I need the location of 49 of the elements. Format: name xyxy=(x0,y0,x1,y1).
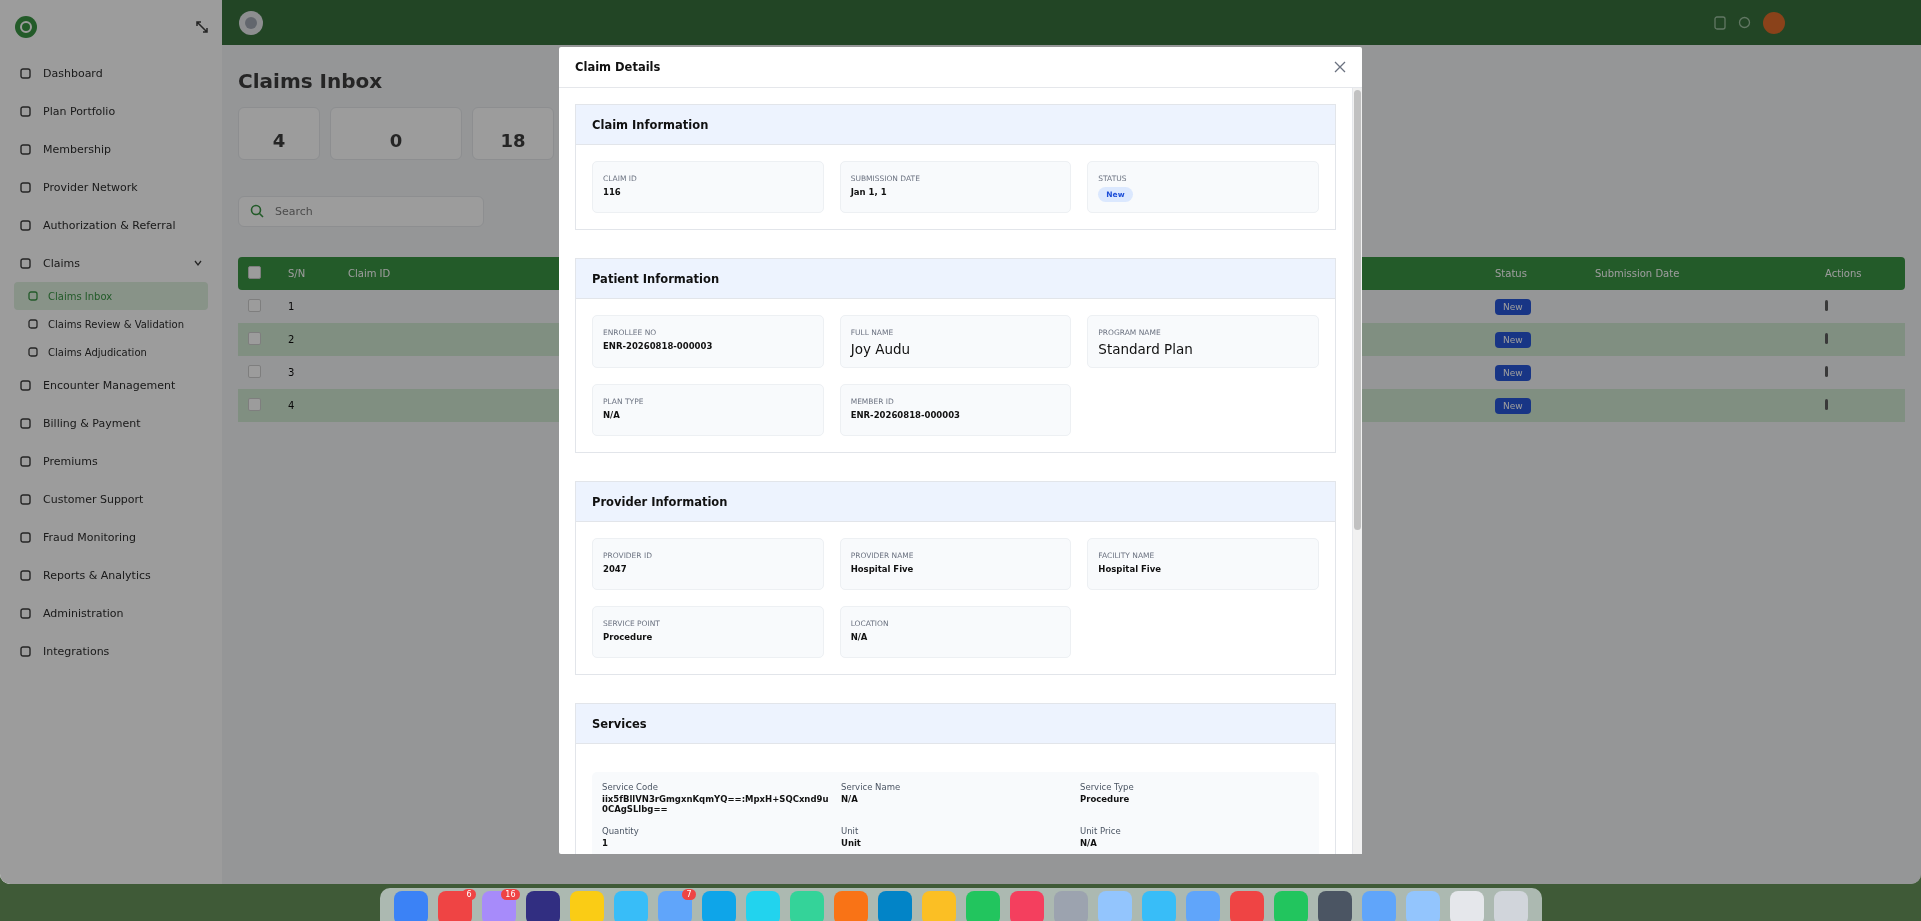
column-header: Actions xyxy=(1825,268,1863,279)
field-value: ENR-20260818-000003 xyxy=(850,410,961,420)
status-badge: New xyxy=(1495,332,1531,348)
status-badge: New xyxy=(1495,299,1531,315)
field-value: 1 xyxy=(602,838,609,848)
field-value: Hospital Five xyxy=(850,564,915,574)
field-label: Unit Price xyxy=(1080,826,1122,836)
field-label: Quantity xyxy=(602,826,640,836)
field-label: Service Code xyxy=(602,782,659,792)
stat-value: 18 xyxy=(500,130,526,151)
field-value: 116 xyxy=(603,187,622,197)
table-cell-text: 2 xyxy=(288,334,296,345)
field-value: Hospital Five xyxy=(1098,564,1163,574)
field-value: N/A xyxy=(841,794,859,804)
status-badge: New xyxy=(1495,365,1531,381)
section-title: Services xyxy=(592,716,647,731)
status-badge: New xyxy=(1495,398,1531,414)
section-title: Claim Information xyxy=(592,117,709,132)
table-cell-text: 3 xyxy=(288,367,296,378)
field-label: Service Name xyxy=(841,782,902,792)
column-header: Submission Date xyxy=(1595,268,1681,279)
table-cell-text: 4 xyxy=(288,400,296,411)
field-value: N/A xyxy=(850,632,869,642)
field-value: N/A xyxy=(1080,838,1098,848)
stat-value: 0 xyxy=(389,130,403,151)
field-value: Procedure xyxy=(1080,794,1131,804)
dialog-title: Claim Details xyxy=(575,60,661,74)
column-header: Status xyxy=(1495,268,1528,279)
section-title: Provider Information xyxy=(592,494,728,509)
field-label: Service Type xyxy=(1080,782,1135,792)
table-cell-text: 1 xyxy=(288,301,296,312)
field-value: ENR-20260818-000003 xyxy=(603,341,714,351)
field-label: Unit xyxy=(841,826,860,836)
field-value: Jan 1, 1 xyxy=(850,187,888,197)
field-value: Unit xyxy=(841,838,862,848)
column-header: S/N xyxy=(288,268,307,279)
notification-badge: 6 xyxy=(462,889,476,900)
field-value: Procedure xyxy=(603,632,654,642)
page-title: Claims Inbox xyxy=(238,69,384,93)
notification-badge: 7 xyxy=(682,889,696,900)
notification-badge: 16 xyxy=(501,889,520,900)
stat-value: 4 xyxy=(272,130,286,151)
field-value: Standard Plan xyxy=(1098,341,1194,357)
field-value: Joy Audu xyxy=(850,341,912,357)
section-title: Patient Information xyxy=(592,271,720,286)
column-header: Claim ID xyxy=(348,268,392,279)
field-value: N/A xyxy=(603,410,621,420)
field-value: 2047 xyxy=(603,564,628,574)
field-value: iix5fBllVN3rGmgxnKqmYQ==:MpxH+SQCxnd9u0CAgSLlbg== xyxy=(602,794,830,814)
